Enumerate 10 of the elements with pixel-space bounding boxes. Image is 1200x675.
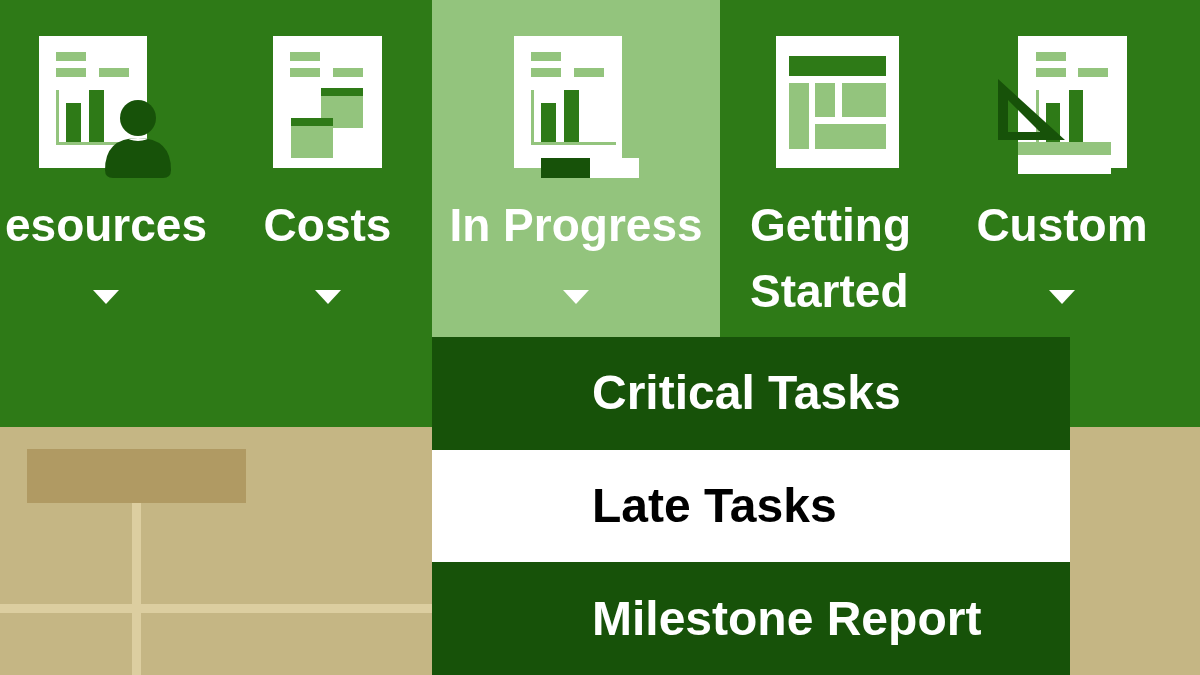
ribbon-button[interactable]: esources: [0, 0, 212, 337]
page-layout-icon: [776, 36, 899, 168]
ribbon-button[interactable]: Getting Started: [750, 0, 930, 337]
ribbon-button[interactable]: Costs: [245, 0, 410, 337]
ribbon-button[interactable]: Custom: [962, 0, 1162, 337]
menu-item[interactable]: Late Tasks: [432, 449, 1070, 563]
report-with-tables-icon: [273, 36, 382, 168]
report-with-set-square-icon: [997, 36, 1127, 174]
report-with-person-icon: [39, 36, 173, 178]
report-with-bar-chart-icon: [513, 36, 639, 178]
